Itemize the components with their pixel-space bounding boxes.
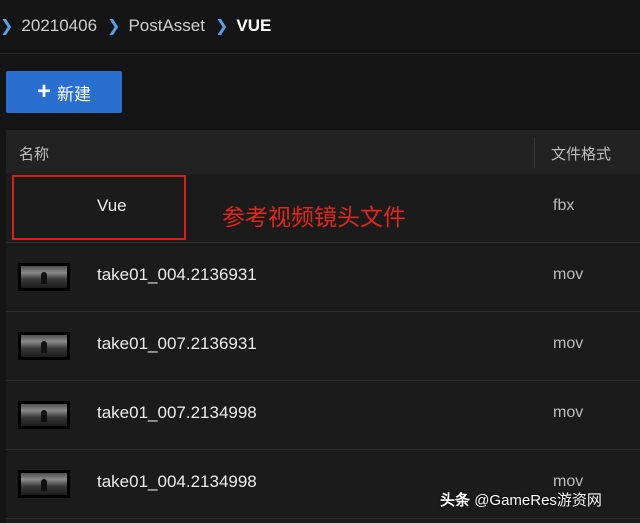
- file-format: mov: [553, 335, 584, 352]
- annotation-text: 参考视频镜头文件: [222, 204, 406, 230]
- chevron-right-icon: ❯: [215, 18, 229, 35]
- breadcrumb-item-date[interactable]: 20210406: [21, 16, 97, 36]
- header-divider: [0, 53, 640, 54]
- new-button-label: 新建: [57, 84, 91, 104]
- file-name[interactable]: take01_007.2136931: [97, 334, 257, 354]
- chevron-right-icon: ❯: [0, 18, 14, 35]
- watermark-handle: @GameRes游资网: [474, 492, 602, 509]
- breadcrumb: ❯ 20210406 ❯ PostAsset ❯ VUE: [0, 0, 640, 52]
- video-thumbnail[interactable]: [18, 401, 70, 429]
- table-row[interactable]: take01_007.2134998 mov: [6, 381, 640, 450]
- annotation-highlight-box: [12, 175, 186, 240]
- video-thumbnail[interactable]: [18, 470, 70, 498]
- watermark: 头条 @GameRes游资网: [440, 489, 602, 510]
- file-format: fbx: [553, 197, 575, 214]
- chevron-right-icon: ❯: [107, 18, 121, 35]
- table-row[interactable]: take01_007.2136931 mov: [6, 312, 640, 381]
- breadcrumb-item-current: VUE: [236, 16, 272, 35]
- file-format: mov: [553, 404, 584, 421]
- file-name[interactable]: take01_004.2134998: [97, 472, 257, 492]
- video-thumbnail[interactable]: [18, 332, 70, 360]
- plus-icon: +: [36, 78, 51, 105]
- watermark-brand: 头条: [440, 492, 471, 509]
- file-name[interactable]: take01_007.2134998: [97, 403, 257, 423]
- file-format: mov: [553, 266, 584, 283]
- video-thumbnail[interactable]: [18, 263, 70, 291]
- column-resize-handle[interactable]: [534, 138, 535, 168]
- breadcrumb-item-postasset[interactable]: PostAsset: [128, 16, 205, 36]
- column-header-format[interactable]: 文件格式: [551, 143, 611, 164]
- file-name[interactable]: take01_004.2136931: [97, 265, 257, 285]
- table-header: 名称 文件格式: [6, 130, 640, 174]
- new-button[interactable]: + 新建: [6, 71, 122, 113]
- table-row[interactable]: take01_004.2136931 mov: [6, 243, 640, 312]
- column-header-name[interactable]: 名称: [19, 143, 49, 164]
